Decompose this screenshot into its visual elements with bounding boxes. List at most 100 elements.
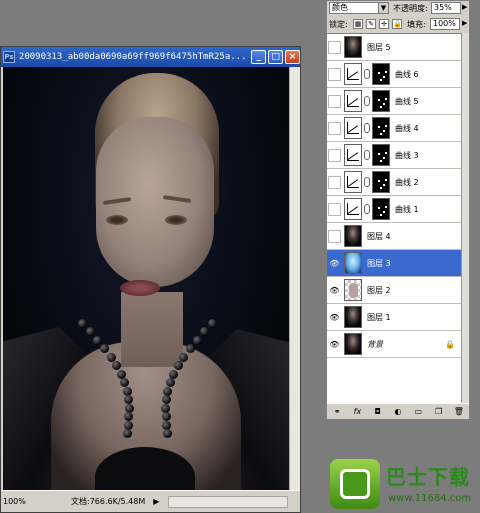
watermark: 巴士下载 www.11684.com xyxy=(330,457,480,513)
maximize-button[interactable]: □ xyxy=(268,50,284,64)
eye-left xyxy=(106,215,128,225)
eye-icon[interactable]: 👁 xyxy=(328,311,341,324)
layer-options: 颜色 ▼ 不透明度: 35% ▶ 锁定: ▦ ✎ ✛ 🔒 填充: 100% ▶ xyxy=(327,1,469,31)
layer-row[interactable]: 曲线 1 xyxy=(327,196,461,223)
necklace-bead xyxy=(161,412,171,422)
layer-row[interactable]: 👁 图层 3 xyxy=(327,250,461,277)
lock-all-icon[interactable]: 🔒 xyxy=(392,19,402,29)
visibility-toggle[interactable] xyxy=(328,67,341,81)
layer-row[interactable]: 图层 5 xyxy=(327,34,461,61)
layer-name: 曲线 5 xyxy=(395,96,419,106)
necklace-bead xyxy=(208,319,217,328)
portrait-neck xyxy=(121,292,183,367)
layer-row[interactable]: 曲线 3 xyxy=(327,142,461,169)
layer-thumbnail xyxy=(344,144,362,166)
layer-row[interactable]: 曲线 2 xyxy=(327,169,461,196)
layer-row[interactable]: 👁 图层 1 xyxy=(327,304,461,331)
opacity-arrow-icon[interactable]: ▶ xyxy=(462,3,467,11)
portrait-lips xyxy=(120,280,160,296)
layer-mask-thumbnail[interactable] xyxy=(372,90,390,112)
layer-row[interactable]: 曲线 4 xyxy=(327,115,461,142)
lock-icon: 🔒 xyxy=(445,339,455,349)
trash-icon[interactable]: 🗑 xyxy=(453,407,465,416)
chain-link-icon[interactable] xyxy=(364,69,370,79)
layer-name: 图层 2 xyxy=(367,285,391,295)
layer-name: 图层 4 xyxy=(367,231,391,241)
maximize-icon: □ xyxy=(271,52,280,62)
chain-link-icon[interactable] xyxy=(364,204,370,214)
eye-icon[interactable]: 👁 xyxy=(328,284,341,297)
layer-thumbnail xyxy=(344,36,362,58)
layer-thumbnail xyxy=(344,198,362,220)
image-canvas[interactable] xyxy=(3,67,289,490)
document-info: 文档:766.6K/5.48M xyxy=(71,497,146,506)
necklace-bead xyxy=(163,429,172,438)
layer-thumbnail xyxy=(344,333,362,355)
close-icon: × xyxy=(288,52,297,62)
link-icon[interactable]: ⚭ xyxy=(331,407,343,416)
adjustment-icon[interactable]: ◐ xyxy=(392,407,404,416)
visibility-toggle[interactable] xyxy=(328,121,341,135)
lock-position-icon[interactable]: ✛ xyxy=(379,19,389,29)
lock-image-icon[interactable]: ✎ xyxy=(366,19,376,29)
zoom-level[interactable]: 100% xyxy=(1,497,31,506)
chain-link-icon[interactable] xyxy=(364,96,370,106)
necklace-bead xyxy=(123,429,132,438)
blend-mode-value: 颜色 xyxy=(332,3,348,12)
new-layer-icon[interactable]: ❐ xyxy=(433,407,445,416)
layer-mask-thumbnail[interactable] xyxy=(372,144,390,166)
visibility-toggle[interactable] xyxy=(328,175,341,189)
eye-right xyxy=(165,215,187,225)
watermark-name: 巴士下载 xyxy=(386,465,470,489)
document-titlebar[interactable]: Ps 20090313_ab00da0690a69ff969f6475hTmR2… xyxy=(1,47,300,67)
layer-name: 曲线 1 xyxy=(395,204,419,214)
fill-arrow-icon[interactable]: ▶ xyxy=(462,19,467,27)
layer-thumbnail xyxy=(344,279,362,301)
layer-row[interactable]: 👁 背景 🔒 xyxy=(327,331,461,358)
status-menu-arrow-icon[interactable]: ▶ xyxy=(153,497,159,506)
visibility-toggle[interactable] xyxy=(328,94,341,108)
vertical-scrollbar[interactable] xyxy=(289,67,300,490)
chain-link-icon[interactable] xyxy=(364,123,370,133)
fill-field[interactable]: 100% xyxy=(430,18,460,30)
visibility-toggle[interactable] xyxy=(328,148,341,162)
mask-icon[interactable]: ◘ xyxy=(372,407,384,416)
layer-thumbnail xyxy=(344,63,362,85)
visibility-toggle[interactable] xyxy=(328,202,341,216)
layer-thumbnail xyxy=(344,225,362,247)
layer-row[interactable]: 👁 图层 2 xyxy=(327,277,461,304)
eye-icon[interactable]: 👁 xyxy=(328,338,341,351)
visibility-toggle[interactable] xyxy=(328,229,341,243)
fx-icon[interactable]: fx xyxy=(351,407,363,416)
layer-mask-thumbnail[interactable] xyxy=(372,117,390,139)
minimize-icon: _ xyxy=(256,52,261,62)
layer-mask-thumbnail[interactable] xyxy=(372,198,390,220)
layer-row[interactable]: 图层 4 xyxy=(327,223,461,250)
close-button[interactable]: × xyxy=(285,50,300,64)
layer-name: 曲线 3 xyxy=(395,150,419,160)
opacity-label: 不透明度: xyxy=(393,4,428,13)
layer-thumbnail xyxy=(344,306,362,328)
necklace-bead xyxy=(85,327,95,337)
layer-row[interactable]: 曲线 6 xyxy=(327,61,461,88)
layer-name: 曲线 2 xyxy=(395,177,419,187)
group-icon[interactable]: ▭ xyxy=(412,407,424,416)
lock-transparency-icon[interactable]: ▦ xyxy=(353,19,363,29)
layers-scrollbar[interactable] xyxy=(461,33,469,403)
layer-mask-thumbnail[interactable] xyxy=(372,63,390,85)
fill-label: 填充: xyxy=(407,20,426,29)
layer-name: 曲线 4 xyxy=(395,123,419,133)
blend-mode-select[interactable]: 颜色 ▼ xyxy=(329,2,389,14)
opacity-field[interactable]: 35% xyxy=(431,2,461,14)
chain-link-icon[interactable] xyxy=(364,150,370,160)
minimize-button[interactable]: _ xyxy=(251,50,267,64)
layer-mask-thumbnail[interactable] xyxy=(372,171,390,193)
document-title: 20090313_ab00da0690a69ff969f6475hTmR25a.… xyxy=(18,52,247,62)
eye-icon[interactable]: 👁 xyxy=(328,257,341,270)
horizontal-scrollbar[interactable] xyxy=(168,496,288,508)
visibility-toggle[interactable] xyxy=(328,40,341,54)
layer-thumbnail xyxy=(344,117,362,139)
chain-link-icon[interactable] xyxy=(364,177,370,187)
layer-row[interactable]: 曲线 5 xyxy=(327,88,461,115)
layers-panel: 颜色 ▼ 不透明度: 35% ▶ 锁定: ▦ ✎ ✛ 🔒 填充: 100% ▶ … xyxy=(326,0,470,420)
